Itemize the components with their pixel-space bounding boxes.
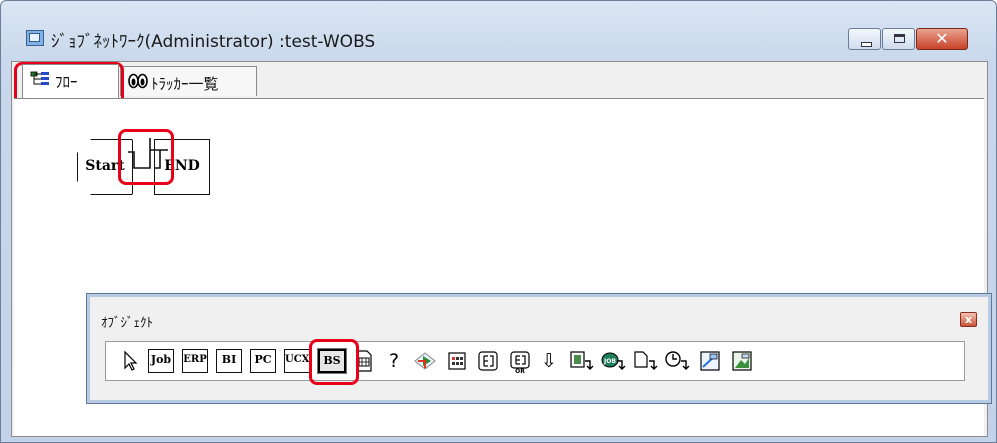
document-icon[interactable]: [353, 349, 375, 373]
parallel-icon[interactable]: [476, 349, 500, 373]
app-icon: [26, 30, 44, 46]
event-trigger-icon[interactable]: JOB: [600, 349, 626, 373]
maximize-icon: [894, 34, 905, 43]
minimize-icon: [861, 42, 872, 47]
page-trigger-icon[interactable]: [632, 349, 658, 373]
close-button[interactable]: ✕: [916, 28, 968, 50]
maximize-button[interactable]: [882, 28, 915, 50]
close-icon: ✕: [935, 29, 949, 48]
tab-tracker-list[interactable]: ﾄﾗｯｶｰ一覧: [120, 66, 257, 96]
custom-job-icon[interactable]: [698, 349, 722, 373]
window-title: ｼﾞｮﾌﾞﾈｯﾄﾜｰｸ(Administrator) :test-WOBS: [51, 32, 376, 52]
start-node[interactable]: Start: [77, 139, 133, 195]
svg-text:OR: OR: [515, 368, 525, 373]
palette-toolbar: Job ERP BI PC UCX BS ? OR ⇩ JOB: [105, 341, 965, 381]
file-trigger-icon[interactable]: [568, 349, 594, 373]
tab-flow-label: ﾌﾛｰ: [55, 73, 78, 91]
grid-table-icon[interactable]: [446, 349, 468, 373]
arrow-cursor-icon[interactable]: [120, 349, 140, 373]
connector-line[interactable]: [126, 132, 170, 177]
palette-close-button[interactable]: x: [960, 312, 977, 327]
tab-tracker-label: ﾄﾗｯｶｰ一覧: [151, 75, 219, 93]
branch-arrow-icon[interactable]: [412, 349, 438, 373]
minimize-button[interactable]: [848, 28, 881, 50]
erp-tool[interactable]: ERP: [182, 349, 208, 373]
tab-bar: ﾌﾛｰ ﾄﾗｯｶｰ一覧: [12, 62, 987, 110]
or-parallel-icon[interactable]: OR: [508, 349, 532, 373]
pc-tool[interactable]: PC: [250, 349, 276, 373]
picture-job-icon[interactable]: [730, 349, 754, 373]
flow-tree-icon: [30, 71, 49, 85]
flow-canvas[interactable]: Start END ｵﾌﾞｼﾞｪｸﾄ x Job ERP BI PC UCX B…: [14, 98, 992, 436]
bs-tool[interactable]: BS: [317, 348, 347, 374]
ucx-tool[interactable]: UCX: [284, 349, 310, 373]
client-area: ﾌﾛｰ ﾄﾗｯｶｰ一覧 Start END ｵﾌﾞｼﾞｪｸﾄ x Job ERP…: [11, 61, 992, 437]
bi-tool[interactable]: BI: [216, 349, 242, 373]
clock-trigger-icon[interactable]: [664, 349, 690, 373]
svg-text:JOB: JOB: [603, 358, 616, 365]
question-icon[interactable]: ?: [383, 349, 405, 373]
object-palette: ｵﾌﾞｼﾞｪｸﾄ x Job ERP BI PC UCX BS ? OR ⇩ J…: [86, 293, 992, 404]
palette-title: ｵﾌﾞｼﾞｪｸﾄ: [101, 316, 153, 331]
tab-flow[interactable]: ﾌﾛｰ: [22, 64, 119, 98]
binoculars-icon: [128, 73, 148, 89]
title-bar[interactable]: ｼﾞｮﾌﾞﾈｯﾄﾜｰｸ(Administrator) :test-WOBS ✕: [1, 1, 996, 59]
down-arrow-icon[interactable]: ⇩: [538, 349, 560, 373]
app-window: ｼﾞｮﾌﾞﾈｯﾄﾜｰｸ(Administrator) :test-WOBS ✕ …: [0, 0, 997, 443]
job-tool[interactable]: Job: [148, 349, 174, 373]
